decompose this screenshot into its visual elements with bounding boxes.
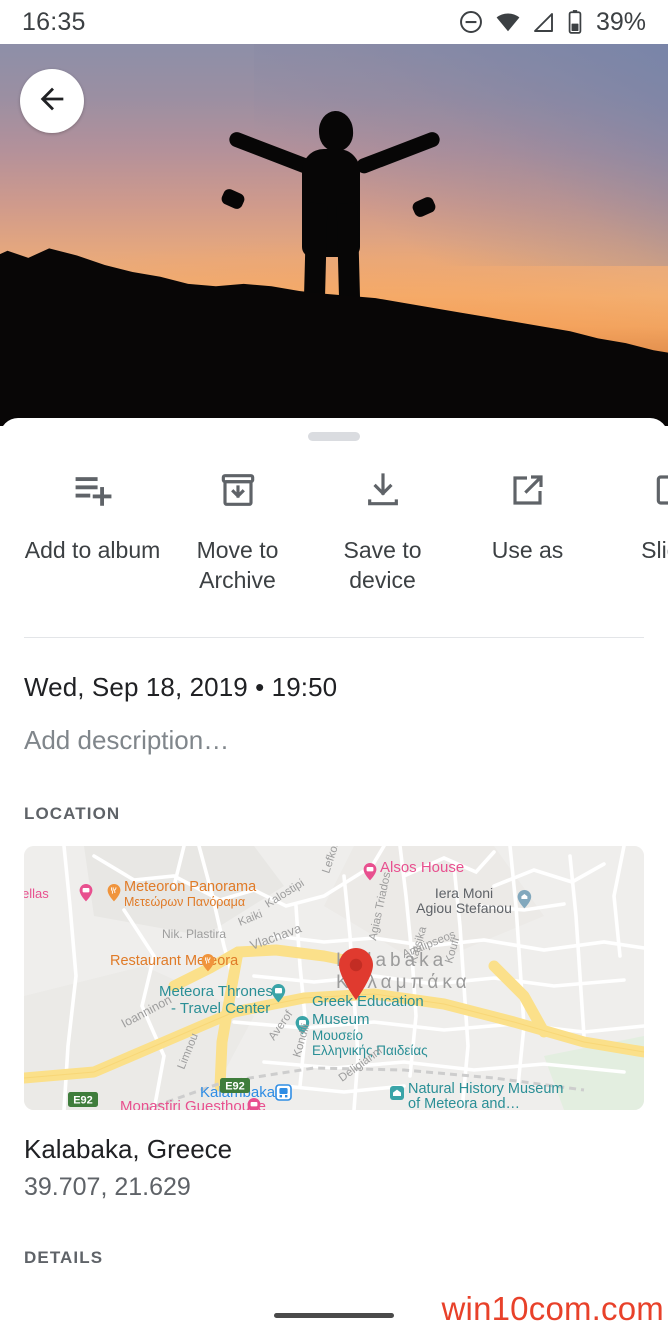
action-add-to-album[interactable]: Add to album bbox=[20, 467, 165, 565]
svg-text:Monastiri Guesthouse: Monastiri Guesthouse bbox=[120, 1098, 266, 1110]
cell-signal-icon bbox=[532, 10, 556, 34]
info-bottom-sheet: Add to album Move to Archive Save to dev… bbox=[0, 418, 668, 1336]
photo-date[interactable]: Wed, Sep 18, 2019 • 19:50 bbox=[24, 672, 644, 703]
slideshow-icon bbox=[653, 467, 668, 513]
sheet-drag-handle[interactable] bbox=[308, 432, 360, 441]
wifi-icon bbox=[495, 9, 521, 35]
svg-text:Museum: Museum bbox=[312, 1011, 370, 1028]
location-section-title: LOCATION bbox=[24, 804, 121, 823]
silhouette-right-arm bbox=[354, 129, 442, 176]
photo-image bbox=[0, 44, 668, 426]
add-description-field[interactable]: Add description… bbox=[24, 725, 644, 756]
open-in-new-icon bbox=[508, 467, 548, 513]
battery-icon bbox=[567, 9, 583, 35]
photo-meta: Wed, Sep 18, 2019 • 19:50 Add descriptio… bbox=[0, 638, 668, 756]
arrow-back-icon bbox=[35, 82, 69, 121]
back-button[interactable] bbox=[20, 69, 84, 133]
svg-text:of Meteora and…: of Meteora and… bbox=[408, 1096, 520, 1110]
status-bar: 16:35 39% bbox=[0, 0, 668, 44]
svg-text:Nik. Plastira: Nik. Plastira bbox=[162, 927, 226, 941]
svg-text:Iera Moni: Iera Moni bbox=[435, 885, 493, 901]
action-row: Add to album Move to Archive Save to dev… bbox=[0, 441, 668, 595]
action-label: Add to album bbox=[24, 537, 161, 563]
location-place-name: Kalabaka, Greece bbox=[24, 1134, 233, 1164]
location-map[interactable]: ellas Meteoron Panorama Μετεώρων Πανόραμ… bbox=[24, 846, 644, 1110]
action-label: Slides bbox=[641, 537, 668, 563]
svg-text:Restaurant Meteora: Restaurant Meteora bbox=[110, 953, 239, 969]
do-not-disturb-icon bbox=[458, 9, 484, 35]
location-coordinates: 39.707, 21.629 bbox=[24, 1173, 191, 1201]
action-label: Use as bbox=[491, 537, 564, 563]
download-icon bbox=[363, 467, 403, 513]
svg-text:Μουσείο: Μουσείο bbox=[312, 1028, 363, 1043]
svg-text:Meteoron Panorama: Meteoron Panorama bbox=[124, 879, 257, 895]
action-move-to-archive[interactable]: Move to Archive bbox=[165, 467, 310, 595]
photo-viewer[interactable] bbox=[0, 44, 668, 426]
action-label: Save to device bbox=[343, 537, 422, 593]
details-section-title: DETAILS bbox=[24, 1248, 104, 1267]
action-label: Move to Archive bbox=[196, 537, 279, 593]
svg-text:Μετεώρων Πανόραμα: Μετεώρων Πανόραμα bbox=[124, 895, 245, 909]
status-icons: 39% bbox=[458, 8, 646, 37]
battery-percent: 39% bbox=[595, 7, 646, 36]
home-gesture-pill[interactable] bbox=[274, 1313, 394, 1318]
silhouette-right-hand bbox=[410, 195, 438, 219]
archive-icon bbox=[218, 467, 258, 513]
status-time: 16:35 bbox=[22, 7, 86, 36]
action-use-as[interactable]: Use as bbox=[455, 467, 600, 565]
action-slideshow[interactable]: Slides bbox=[600, 467, 668, 565]
photo-details-screen: 16:35 39% Add to album Move to Archive S… bbox=[0, 0, 668, 1336]
svg-text:E92: E92 bbox=[73, 1095, 93, 1107]
silhouette-left-hand bbox=[219, 187, 247, 211]
svg-text:E92: E92 bbox=[225, 1081, 245, 1093]
svg-text:Natural History Museum: Natural History Museum bbox=[408, 1081, 564, 1097]
svg-text:- Travel Center: - Travel Center bbox=[171, 1000, 270, 1017]
svg-text:ellas: ellas bbox=[24, 886, 49, 901]
svg-text:Meteora Thrones: Meteora Thrones bbox=[159, 983, 273, 1000]
playlist-add-icon bbox=[71, 467, 115, 513]
action-save-to-device[interactable]: Save to device bbox=[310, 467, 455, 595]
svg-text:Agiou Stefanou: Agiou Stefanou bbox=[416, 900, 512, 916]
watermark: win10com.com bbox=[441, 1290, 664, 1327]
